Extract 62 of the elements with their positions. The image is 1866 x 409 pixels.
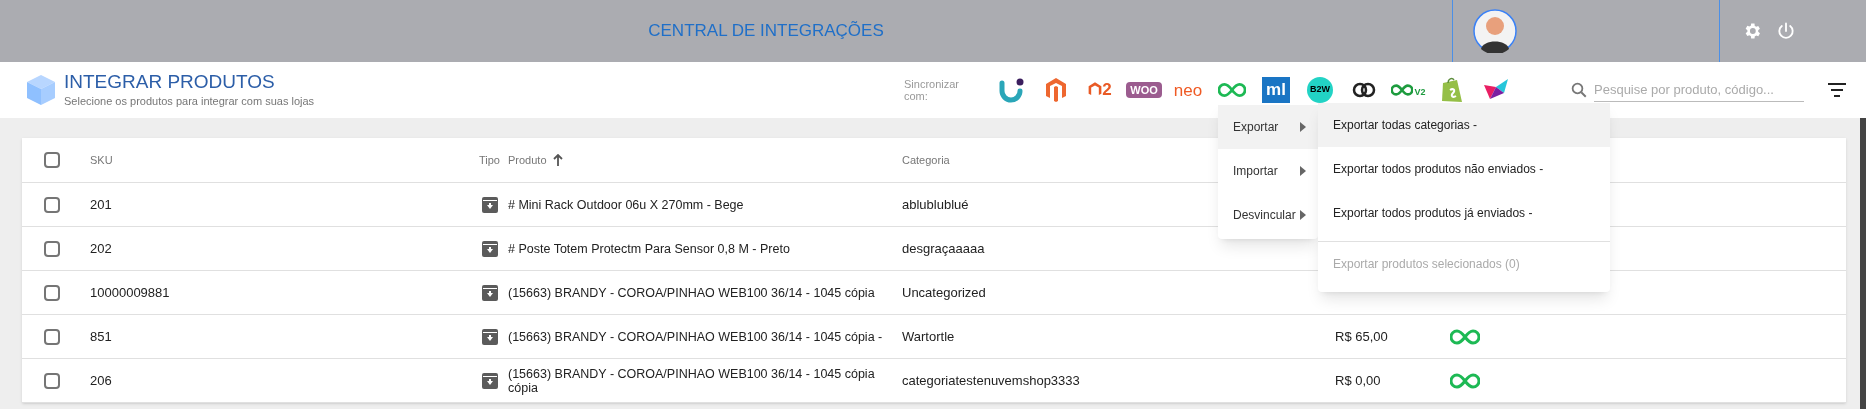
checkbox[interactable] <box>44 284 60 301</box>
woo-logo-icon[interactable]: WOO <box>1126 82 1162 98</box>
table-cell: R$ 0,00 <box>1335 372 1381 388</box>
avatar-icon[interactable] <box>1473 9 1517 53</box>
table-cell: # Mini Rack Outdoor 06u X 270mm - Bege <box>508 197 744 212</box>
page-title: INTEGRAR PRODUTOS <box>64 70 276 93</box>
infinity-icon <box>1450 372 1480 389</box>
hexagon-logo-icon[interactable] <box>1045 77 1067 103</box>
archive-download-icon <box>482 372 498 389</box>
table-cell: 10000009881 <box>90 284 170 300</box>
table-cell: 206 <box>90 372 112 388</box>
checkbox[interactable] <box>44 196 60 213</box>
table-cell: 851 <box>90 328 112 344</box>
caret-icon <box>1300 166 1306 176</box>
table-cell: (15663) BRANDY - COROA/PINHAO WEB100 36/14 - 1045 cópia cópia <box>508 366 875 395</box>
checkbox[interactable] <box>44 152 60 168</box>
filter-icon[interactable] <box>1828 83 1846 97</box>
table-cell: categoriatestenuvemshop3333 <box>902 372 1080 388</box>
table-cell: ablublublué <box>902 196 969 212</box>
menu-item[interactable]: Importar <box>1218 149 1318 193</box>
archive-download-icon <box>482 284 498 301</box>
table-cell: 201 <box>90 196 112 212</box>
archive-download-icon <box>482 196 498 213</box>
table-cell: Wartortle <box>902 328 955 344</box>
caret-icon <box>1300 210 1306 220</box>
neo-logo-icon[interactable]: neo <box>1173 81 1203 99</box>
column-header[interactable]: Tipo <box>479 153 500 166</box>
infinity-icon <box>1450 328 1480 345</box>
app-title: CENTRAL DE INTEGRAÇÕES <box>648 20 884 43</box>
menu-item[interactable]: Exportar todos produtos já enviados - <box>1318 191 1610 235</box>
table-cell: (15663) BRANDY - COROA/PINHAO WEB100 36/14 - 1045 cópia - <box>508 329 883 344</box>
page-subtitle: Selecione os produtos para integrar com suas lojas <box>64 93 315 109</box>
table-cell: Uncategorized <box>902 284 986 300</box>
table-cell: desgraçaaaaa <box>902 240 985 256</box>
menu-item[interactable]: Exportar todas categorias - <box>1318 103 1610 147</box>
table-cell: # Poste Totem Protectm Para Sensor 0,8 M - Preto <box>508 241 790 256</box>
menu-item[interactable]: Exportar <box>1218 105 1318 149</box>
column-header[interactable]: Categoria <box>902 153 950 166</box>
ml-logo-icon[interactable]: ml <box>1262 77 1290 103</box>
checkbox[interactable] <box>44 240 60 257</box>
archive-download-icon <box>482 240 498 257</box>
archive-download-icon <box>482 328 498 345</box>
column-header[interactable]: SKU <box>90 153 113 166</box>
menu-item[interactable]: Exportar todos produtos não enviados - <box>1318 147 1610 191</box>
caret-icon <box>1300 122 1306 132</box>
sort-arrow-icon[interactable] <box>552 154 563 166</box>
column-header[interactable]: Produto <box>508 151 547 169</box>
scrollbar[interactable] <box>1860 118 1866 409</box>
b2w-logo-icon[interactable]: B2W <box>1307 77 1333 103</box>
rings-logo-icon[interactable] <box>1351 80 1377 100</box>
search-icon <box>1570 81 1588 99</box>
checkbox[interactable] <box>44 372 60 389</box>
checkbox[interactable] <box>44 328 60 345</box>
u-logo-icon[interactable] <box>999 77 1025 103</box>
infinity-logo-icon <box>1218 82 1246 98</box>
box-icon <box>24 73 58 107</box>
menu-item[interactable]: Desvincular <box>1218 193 1318 237</box>
sync-label: Sincronizar com: <box>904 78 961 102</box>
table-cell: 202 <box>90 240 112 256</box>
table-cell: R$ 65,00 <box>1335 328 1388 344</box>
table-cell: (15663) BRANDY - COROA/PINHAO WEB100 36/14 - 1045 cópia <box>508 285 875 300</box>
search-field[interactable]: Pesquise por produto, código... <box>1594 77 1804 103</box>
